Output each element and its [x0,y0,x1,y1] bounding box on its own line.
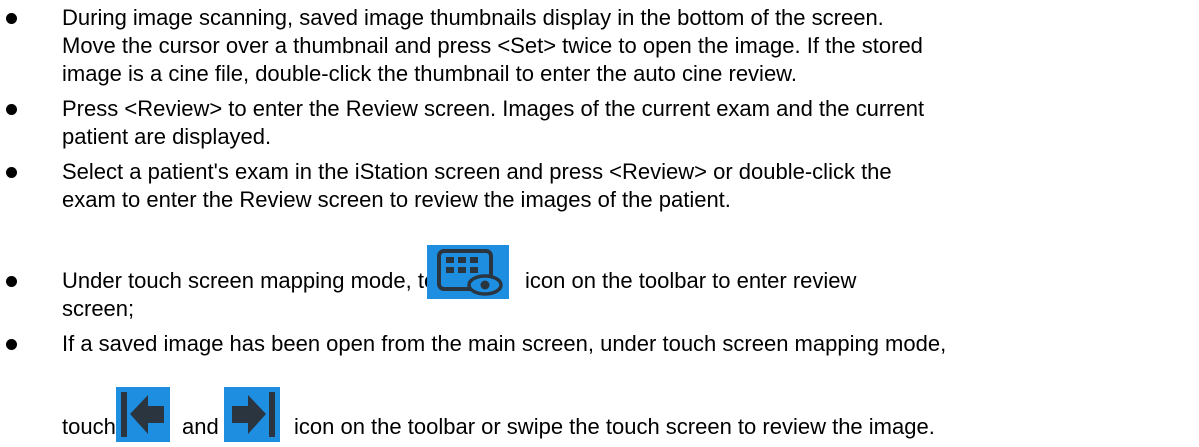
previous-image-icon [116,387,170,442]
next-image-icon [224,387,280,442]
bullet-4-line-1-after: icon on the toolbar to enter review [525,268,857,293]
bullet-5-line-2-and: and [182,414,219,439]
bullet-1-line-2: Move the cursor over a thumbnail and pre… [62,33,923,58]
bullet-1-line-1: During image scanning, saved image thumb… [62,5,884,30]
bullet-2-line-1: Press <Review> to enter the Review scree… [62,96,925,121]
bullet-marker [6,167,17,178]
bullet-marker [6,339,17,350]
document-page: { "bullets": [ { "lines": [ "During imag… [0,0,1199,447]
bullet-4-line-2: screen; [62,296,135,321]
bullet-marker [6,13,17,24]
bullet-3-line-2: exam to enter the Review screen to revie… [62,187,731,212]
bullet-3-line-1: Select a patient's exam in the iStation … [62,159,892,184]
review-screen-icon [427,245,509,299]
bullet-marker [6,104,17,115]
bullet-4-line-1-before: Under touch screen mapping mode, touch [62,268,472,293]
bullet-marker [6,276,17,287]
bullet-2-line-2: patient are displayed. [62,124,272,149]
bullet-5-line-2-touch: touch [62,414,116,439]
bullet-1-line-3: image is a cine file, double-click the t… [62,61,797,86]
bullet-5-line-1: If a saved image has been open from the … [62,331,947,356]
bullet-5-line-2-after: icon on the toolbar or swipe the touch s… [294,414,935,439]
